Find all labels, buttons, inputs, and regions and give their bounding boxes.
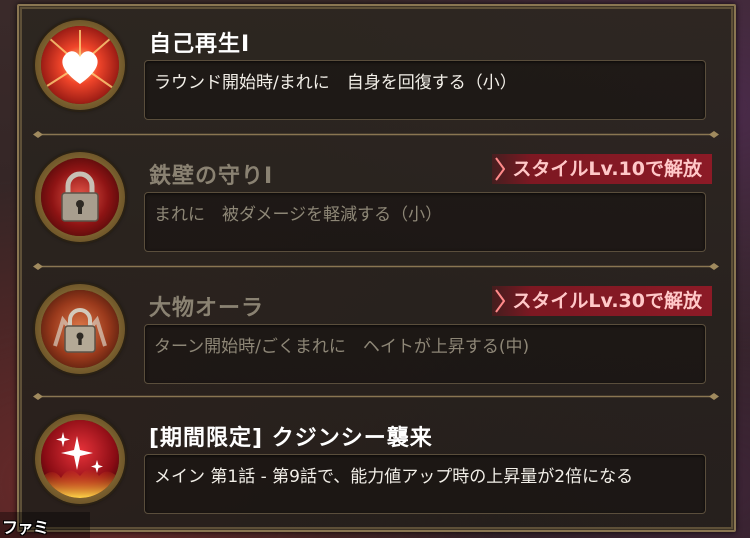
unlock-label: スタイルLv.30で解放 [512,290,702,312]
watermark-logo: ファミ通.com [0,512,90,538]
skill-row-3[interactable]: 大物オーラ スタイルLv.30で解放 ターン開始時/ごくまれに ヘイトが上昇する… [19,270,734,394]
watermark-text: ファミ通.com [2,518,49,537]
skill-list-panel: 自己再生Ⅰ ラウンド開始時/まれに 自身を回復する（小） 鉄壁の守りⅠ スタイル… [17,4,736,532]
skill-description: まれに 被ダメージを軽減する（小） [154,205,443,225]
chevron-right-icon [495,157,506,181]
skill-row-2[interactable]: 鉄壁の守りⅠ スタイルLv.10で解放 まれに 被ダメージを軽減する（小） [19,138,734,262]
unlock-requirement-badge: スタイルLv.30で解放 [492,286,712,316]
skill-title: 大物オーラ [149,296,265,321]
sparkle-flame-icon [41,420,119,498]
skill-description: ラウンド開始時/まれに 自身を回復する（小） [154,73,517,93]
skill-description-box: メイン 第1話 - 第9話で、能力値アップ時の上昇量が2倍になる [144,454,706,514]
skill-description-box: まれに 被ダメージを軽減する（小） [144,192,706,252]
locked-figure-icon [41,290,119,368]
skill-description-box: ラウンド開始時/まれに 自身を回復する（小） [144,60,706,120]
unlock-label: スタイルLv.10で解放 [512,158,702,180]
skill-medal-2 [35,152,125,242]
skill-row-1[interactable]: 自己再生Ⅰ ラウンド開始時/まれに 自身を回復する（小） [19,6,734,130]
skill-title: [期間限定] クジンシー襲来 [149,426,433,451]
skill-medal-3 [35,284,125,374]
chevron-right-icon [495,289,506,313]
skill-medal-1 [35,20,125,110]
padlock-icon [41,158,119,236]
skill-description: メイン 第1話 - 第9話で、能力値アップ時の上昇量が2倍になる [154,467,634,487]
unlock-requirement-badge: スタイルLv.10で解放 [492,154,712,184]
skill-description: ターン開始時/ごくまれに ヘイトが上昇する(中) [154,337,530,357]
skill-title: 鉄壁の守りⅠ [149,164,274,189]
heart-icon [41,26,119,104]
skill-description-box: ターン開始時/ごくまれに ヘイトが上昇する(中) [144,324,706,384]
skill-title: 自己再生Ⅰ [149,32,251,57]
skill-row-4[interactable]: [期間限定] クジンシー襲来 メイン 第1話 - 第9話で、能力値アップ時の上昇… [19,400,734,524]
skill-medal-4 [35,414,125,504]
